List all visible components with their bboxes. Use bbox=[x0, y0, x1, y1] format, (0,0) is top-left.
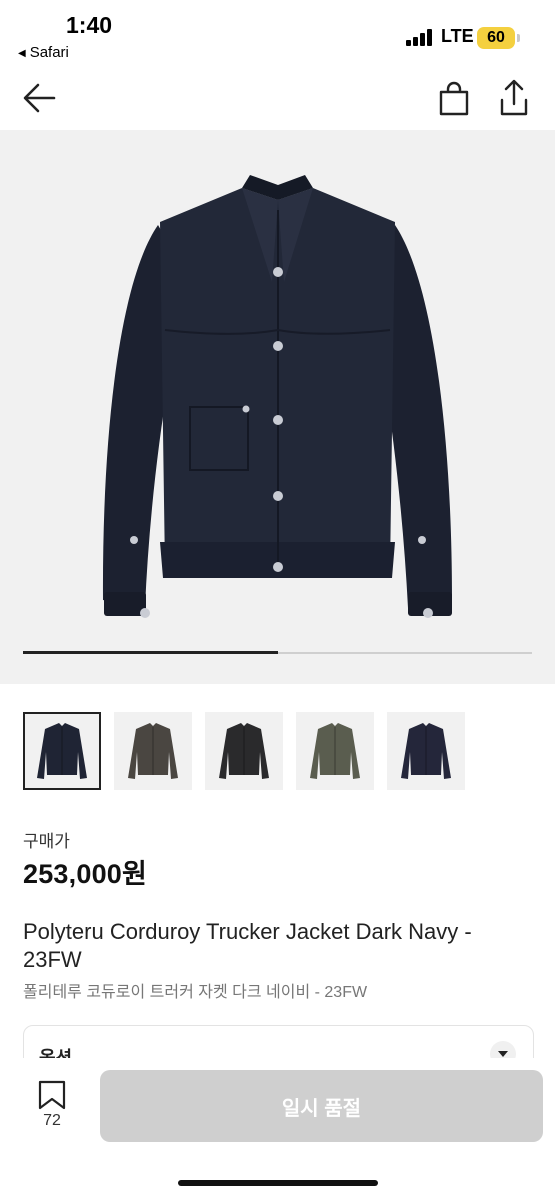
arrow-left-icon[interactable] bbox=[20, 80, 60, 116]
share-icon[interactable] bbox=[496, 78, 532, 118]
thumbnail-jacket bbox=[219, 723, 269, 779]
product-subtitle: 폴리테루 코듀로이 트러커 자켓 다크 네이비 - 23FW bbox=[23, 984, 368, 1001]
bottom-action-bar: 72 일시 품절 bbox=[0, 1058, 555, 1200]
shopping-bag-icon[interactable] bbox=[436, 80, 472, 118]
status-time: 1:40 bbox=[66, 12, 113, 38]
battery-icon: 60 bbox=[477, 27, 515, 49]
thumbnail[interactable] bbox=[205, 712, 283, 790]
jacket-illustration bbox=[102, 175, 452, 618]
gallery-progress-fill bbox=[23, 651, 278, 654]
thumbnail[interactable] bbox=[296, 712, 374, 790]
status-bar: 1:40 ◀ Safari LTE 60 bbox=[0, 0, 555, 70]
home-indicator bbox=[178, 1180, 378, 1186]
battery-cap bbox=[517, 34, 520, 42]
top-nav bbox=[0, 70, 555, 130]
product-title: Polyteru Corduroy Trucker Jacket Dark Na… bbox=[23, 919, 472, 972]
thumbnail[interactable] bbox=[23, 712, 101, 790]
back-app-label: Safari bbox=[29, 44, 69, 61]
gallery-progress bbox=[23, 651, 532, 654]
thumbnail-jacket bbox=[37, 723, 87, 779]
signal-icon bbox=[406, 29, 434, 46]
sold-out-button[interactable]: 일시 품절 bbox=[100, 1070, 543, 1142]
price-label: 구매가 bbox=[23, 832, 70, 851]
thumbnail[interactable] bbox=[114, 712, 192, 790]
wish-count: 72 bbox=[43, 1112, 61, 1129]
network-label: LTE bbox=[441, 26, 474, 46]
back-to-safari[interactable]: ◀ Safari bbox=[18, 44, 69, 61]
price-value: 253,000원 bbox=[23, 859, 148, 889]
thumbnail-jacket bbox=[310, 723, 360, 779]
thumbnail-jacket bbox=[128, 723, 178, 779]
product-image[interactable] bbox=[0, 130, 555, 684]
back-triangle-icon: ◀ bbox=[18, 48, 26, 59]
thumbnail-jacket bbox=[401, 723, 451, 779]
thumbnail[interactable] bbox=[387, 712, 465, 790]
